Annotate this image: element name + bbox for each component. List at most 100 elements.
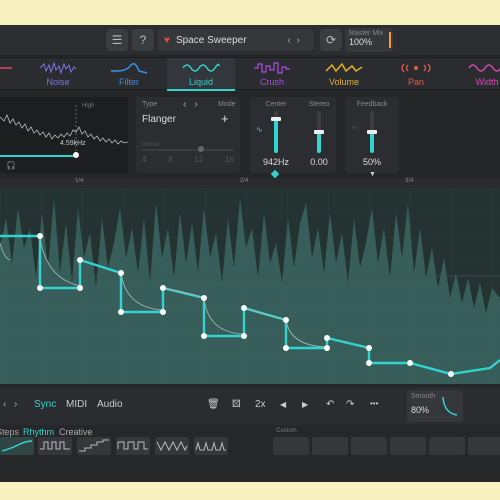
stereo-label: Stereo [308,101,330,108]
volume-wave-icon [325,62,363,73]
preset-next-button[interactable]: › [297,35,306,46]
modulation-curve-svg[interactable] [0,188,500,384]
undo-icon[interactable]: ↶ [326,399,334,410]
audio-button[interactable]: Audio [97,399,123,410]
width-wave-icon [468,64,500,72]
dice-icon[interactable]: ⚄ [232,399,241,410]
hamburger-icon[interactable]: ☰ [106,29,128,51]
curve-point[interactable] [324,345,330,351]
curve-point[interactable] [118,309,124,315]
curve-point[interactable] [118,270,124,276]
custom-slot[interactable] [468,437,500,455]
stereo-fader[interactable] [314,111,324,153]
type-value[interactable]: Flanger [142,114,176,125]
curve-point[interactable] [77,257,83,263]
shape-preset[interactable] [0,437,34,455]
tab-liquid[interactable]: Liquid [167,58,235,91]
shift-right-icon[interactable]: ▶ [302,400,308,409]
curve-point[interactable] [201,333,207,339]
category-rhythm[interactable]: Rhythm [23,427,54,437]
sync-button[interactable]: Sync [34,399,56,410]
stereo-fader-knob[interactable] [314,130,324,134]
prev-button[interactable]: ‹ [3,399,6,410]
category-steps[interactable]: Steps [0,427,19,437]
redo-icon[interactable]: ↷ [346,399,354,410]
mode-add-button[interactable]: + [221,111,229,126]
center-fader[interactable] [271,111,281,153]
custom-slot[interactable] [351,437,387,455]
shape-preset[interactable] [155,437,189,455]
custom-slot[interactable] [273,437,309,455]
tab-pan[interactable]: Pan [382,58,450,91]
feedback-fader-knob[interactable] [367,130,377,134]
stereo-fader-fill [317,132,321,153]
filter-curve-icon [110,63,148,74]
curve-point[interactable] [201,295,207,301]
smooth-control[interactable]: Smooth 80% [407,390,463,422]
filter-slider-knob[interactable] [73,152,79,158]
preset-selector[interactable]: ♥ Space Sweeper ‹› [158,29,314,51]
center-fader-knob[interactable] [271,116,281,121]
trash-icon[interactable]: 🗑 [207,399,220,410]
center-stereo-panel: Center Stereo ∿ 942Hz 0.00 [250,97,336,173]
filter-slider-track[interactable] [0,155,76,157]
voices-slider-track[interactable] [142,149,234,151]
custom-slot[interactable] [390,437,426,455]
shape-preset[interactable] [77,437,111,455]
curve-point[interactable] [283,345,289,351]
type-nav[interactable]: ‹› [183,99,206,110]
shape-preset[interactable] [116,437,150,455]
next-button[interactable]: › [14,399,17,410]
master-mix-control[interactable]: Master Mix 100% [345,28,393,52]
preset-prev-button[interactable]: ‹ [287,35,296,46]
tab-filter[interactable]: Filter [95,58,163,91]
high-label: High [82,103,95,109]
custom-slot[interactable] [312,437,348,455]
modulation-graph[interactable] [0,188,500,384]
shift-left-icon[interactable]: ◀ [280,400,286,409]
curve-point[interactable] [366,345,372,351]
tab-noise[interactable]: Noise [24,58,92,91]
curve-point[interactable] [160,309,166,315]
help-icon[interactable]: ? [132,29,154,51]
preset-nav[interactable]: ‹› [287,35,306,46]
shape-preset[interactable] [38,437,72,455]
feedback-fader-fill [370,132,374,153]
voice-tick: 4 [142,155,147,164]
shape-preset-icon [195,441,226,451]
voice-tick: 8 [168,155,173,164]
curve-point[interactable] [241,305,247,311]
tab-width[interactable]: Width [453,58,500,91]
midi-button[interactable]: MIDI [66,399,87,410]
voices-label: Voices [142,142,160,148]
center-fader-fill [274,118,278,153]
headphones-icon[interactable]: 🎧 [6,161,16,170]
curve-point[interactable] [324,335,330,341]
tab-crush[interactable]: Crush [238,58,306,91]
curve-point[interactable] [241,333,247,339]
custom-slot[interactable] [429,437,465,455]
curve-point[interactable] [448,371,454,377]
top-bar: ☰ ? ♥ Space Sweeper ‹› ⟳ Master Mix 100% [0,25,500,55]
heart-icon[interactable]: ♥ [164,35,170,46]
rate-button[interactable]: 2x [255,399,266,410]
filter-display[interactable]: High 4.59kHz 🎧 [0,97,128,173]
curve-point[interactable] [407,360,413,366]
category-creative[interactable]: Creative [59,427,93,437]
voices-slider-knob[interactable] [198,146,204,152]
more-button[interactable]: ••• [370,399,378,408]
smooth-label: Smooth [411,393,436,400]
tab-width-label: Width [475,77,499,87]
tab-volume[interactable]: Volume [310,58,378,91]
feedback-fader[interactable] [367,111,377,153]
shape-preset[interactable] [194,437,228,455]
smooth-value: 80% [411,405,430,415]
tab-crush-label: Crush [259,77,284,87]
curve-point[interactable] [366,360,372,366]
curve-point[interactable] [37,285,43,291]
refresh-icon[interactable]: ⟳ [320,29,342,51]
curve-point[interactable] [77,285,83,291]
curve-point[interactable] [160,285,166,291]
curve-point[interactable] [37,233,43,239]
curve-point[interactable] [283,317,289,323]
